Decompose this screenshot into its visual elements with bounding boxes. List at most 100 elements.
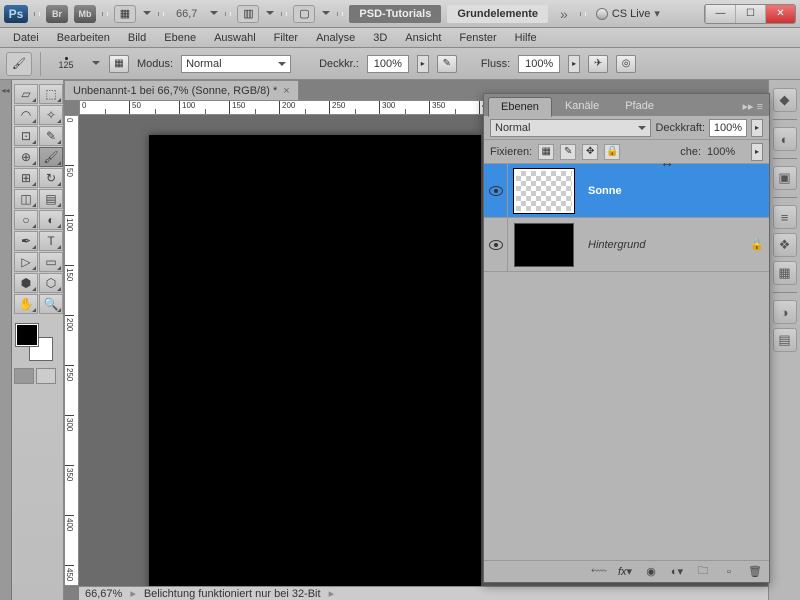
airbrush-btn[interactable]: ✈ bbox=[588, 55, 608, 73]
cslive-btn[interactable]: CS Live▾ bbox=[592, 7, 664, 20]
tool-type[interactable]: T bbox=[39, 231, 63, 251]
dock-bw-icon[interactable]: ◑ bbox=[773, 300, 797, 324]
tool-3dcam[interactable]: ⬡ bbox=[39, 273, 63, 293]
mode-select[interactable]: Normal bbox=[181, 55, 291, 73]
screenmode-btn[interactable]: ▢ bbox=[293, 5, 315, 23]
blend-mode-select[interactable]: Normal bbox=[490, 119, 651, 137]
layer-opacity-input[interactable]: 100% bbox=[709, 119, 747, 137]
dock-swatches-icon[interactable]: ▦ bbox=[773, 261, 797, 285]
lock-position-icon[interactable]: ✥ bbox=[582, 144, 598, 160]
tool-path[interactable]: ▷ bbox=[14, 252, 38, 272]
tool-wand[interactable]: ✧ bbox=[39, 105, 63, 125]
layer-row[interactable]: Sonne bbox=[484, 164, 769, 218]
layer-row[interactable]: Hintergrund🔒 bbox=[484, 218, 769, 272]
adjustment-layer-icon[interactable]: ◐▾ bbox=[669, 565, 685, 579]
menu-fenster[interactable]: Fenster bbox=[450, 30, 505, 46]
brush-panel-btn[interactable]: ▦ bbox=[109, 55, 129, 73]
canvas[interactable] bbox=[149, 135, 481, 586]
maximize-btn[interactable]: ☐ bbox=[735, 5, 765, 23]
tool-dodge[interactable]: ◐ bbox=[39, 210, 63, 230]
layer-opacity-arrow[interactable]: ▸ bbox=[751, 119, 763, 137]
dock-color-icon[interactable]: ◐ bbox=[773, 127, 797, 151]
tool-eyedrop[interactable]: ✎ bbox=[39, 126, 63, 146]
menu-bearbeiten[interactable]: Bearbeiten bbox=[48, 30, 119, 46]
tool-move[interactable]: ▱ bbox=[14, 84, 38, 104]
arrange-dropdown[interactable] bbox=[265, 5, 275, 23]
layer-visibility-icon[interactable] bbox=[484, 218, 508, 271]
quickmask-mode-btn[interactable] bbox=[36, 368, 56, 384]
layer-mask-icon[interactable]: ◉ bbox=[643, 565, 659, 579]
lock-paint-icon[interactable]: ✎ bbox=[560, 144, 576, 160]
panel-menu-icon[interactable]: ▸▸ ≡ bbox=[736, 97, 769, 116]
minibridge-btn[interactable]: Mb bbox=[74, 5, 96, 23]
flow-arrow[interactable]: ▸ bbox=[568, 55, 580, 73]
tool-stamp[interactable]: ⊞ bbox=[14, 168, 38, 188]
flow-input[interactable]: 100% bbox=[518, 55, 560, 73]
color-swatches[interactable] bbox=[14, 322, 54, 362]
close-tab-icon[interactable]: × bbox=[283, 85, 289, 97]
tool-heal[interactable]: ⊕ bbox=[14, 147, 38, 167]
lock-all-icon[interactable]: 🔒 bbox=[604, 144, 620, 160]
bridge-btn[interactable]: Br bbox=[46, 5, 68, 23]
layer-thumbnail[interactable] bbox=[514, 169, 574, 213]
opacity-pressure-btn[interactable]: ✎ bbox=[437, 55, 457, 73]
tool-zoom[interactable]: 🔍 bbox=[39, 294, 63, 314]
layer-visibility-icon[interactable] bbox=[484, 164, 508, 217]
opacity-arrow[interactable]: ▸ bbox=[417, 55, 429, 73]
menu-hilfe[interactable]: Hilfe bbox=[506, 30, 546, 46]
opacity-input[interactable]: 100% bbox=[367, 55, 409, 73]
menu-analyse[interactable]: Analyse bbox=[307, 30, 364, 46]
tool-shape[interactable]: ▭ bbox=[39, 252, 63, 272]
new-layer-icon[interactable]: ▫ bbox=[721, 565, 737, 579]
layer-fx-icon[interactable]: fx▾ bbox=[617, 565, 633, 579]
layer-name[interactable]: Hintergrund bbox=[580, 239, 745, 251]
screenmode-dropdown[interactable] bbox=[321, 5, 331, 23]
tool-eraser[interactable]: ◫ bbox=[14, 189, 38, 209]
tool-blur[interactable]: ○ bbox=[14, 210, 38, 230]
status-zoom[interactable]: 66,67% bbox=[85, 588, 122, 600]
delete-layer-icon[interactable]: 🗑 bbox=[747, 565, 763, 579]
menu-bild[interactable]: Bild bbox=[119, 30, 155, 46]
tool-marquee[interactable]: ⬚ bbox=[39, 84, 63, 104]
brush-preset-picker[interactable]: 125 bbox=[49, 51, 83, 77]
layer-name[interactable]: Sonne bbox=[580, 185, 769, 197]
workspace-more[interactable]: » bbox=[554, 6, 574, 22]
menu-datei[interactable]: Datei bbox=[4, 30, 48, 46]
menu-3d[interactable]: 3D bbox=[364, 30, 396, 46]
dock-nav-icon[interactable]: ▤ bbox=[773, 328, 797, 352]
arrange-btn[interactable]: ▥ bbox=[237, 5, 259, 23]
tool-hand[interactable]: ✋ bbox=[14, 294, 38, 314]
menu-ansicht[interactable]: Ansicht bbox=[396, 30, 450, 46]
tool-3d[interactable]: ⬢ bbox=[14, 273, 38, 293]
dock-character-icon[interactable]: ▣ bbox=[773, 166, 797, 190]
workspace-tab-1[interactable]: PSD-Tutorials bbox=[349, 5, 441, 23]
dock-adjustments-icon[interactable]: ≡ bbox=[773, 205, 797, 229]
document-tab[interactable]: Unbenannt-1 bei 66,7% (Sonne, RGB/8) *× bbox=[64, 80, 299, 100]
tab-kanaele[interactable]: Kanäle bbox=[552, 96, 612, 116]
link-layers-icon[interactable]: ⬳ bbox=[591, 565, 607, 579]
ruler-vertical[interactable]: 050100150200250300350400450 bbox=[64, 115, 79, 586]
close-btn[interactable]: ✕ bbox=[765, 5, 795, 23]
menu-ebene[interactable]: Ebene bbox=[155, 30, 205, 46]
tab-pfade[interactable]: Pfade bbox=[612, 96, 667, 116]
menu-filter[interactable]: Filter bbox=[265, 30, 307, 46]
workspace-tab-2[interactable]: Grundelemente bbox=[447, 5, 548, 23]
menu-auswahl[interactable]: Auswahl bbox=[205, 30, 265, 46]
standard-mode-btn[interactable] bbox=[14, 368, 34, 384]
view-extras-dropdown[interactable] bbox=[142, 5, 152, 23]
tablet-pressure-btn[interactable]: ◎ bbox=[616, 55, 636, 73]
tool-lasso[interactable]: ◠ bbox=[14, 105, 38, 125]
minimize-btn[interactable]: — bbox=[705, 5, 735, 23]
tool-crop[interactable]: ⊡ bbox=[14, 126, 38, 146]
fill-arrow[interactable]: ▸ bbox=[751, 143, 763, 161]
tool-gradient[interactable]: ▤ bbox=[39, 189, 63, 209]
dock-layers-icon[interactable]: ◆ bbox=[773, 88, 797, 112]
tool-preset-btn[interactable]: 🖌 bbox=[6, 52, 32, 76]
zoom-dropdown[interactable] bbox=[209, 5, 219, 23]
toolbox-collapse[interactable]: ◂◂ bbox=[0, 80, 12, 600]
view-extras-btn[interactable]: ▦ bbox=[114, 5, 136, 23]
foreground-color[interactable] bbox=[16, 324, 38, 346]
zoom-display[interactable]: 66,7 bbox=[170, 8, 203, 20]
tool-history[interactable]: ↻ bbox=[39, 168, 63, 188]
fill-input[interactable]: 100% bbox=[707, 146, 745, 158]
